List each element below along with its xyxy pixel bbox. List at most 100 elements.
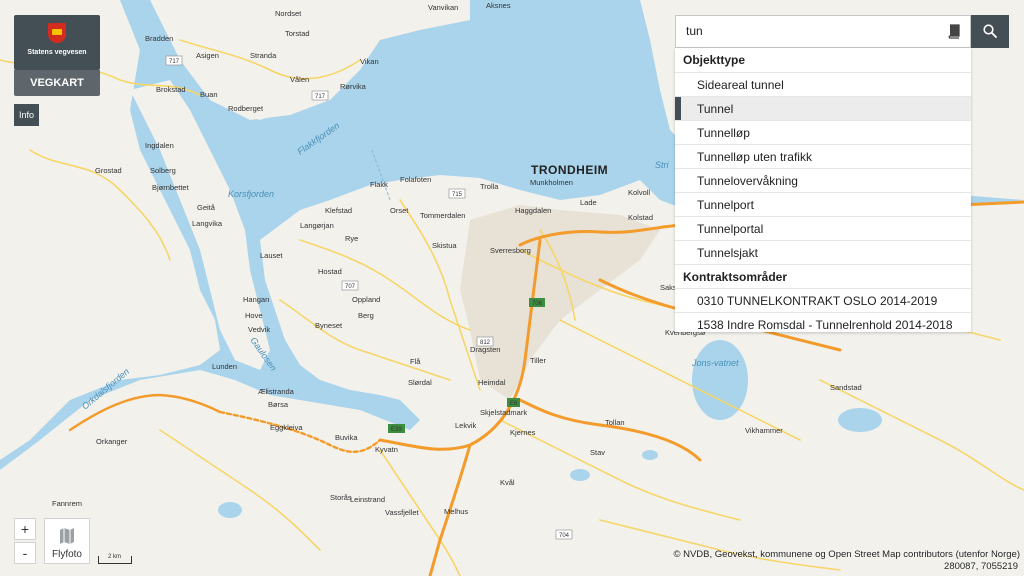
book-icon[interactable] [948,24,961,39]
place-label: Grostad [95,166,122,175]
place-label: Buan [200,90,218,99]
road-shield-label: 717 [315,94,326,100]
place-label: Haggdalen [515,206,551,215]
map-layers-icon [60,528,74,544]
water-label-korsfjorden: Korsfjorden [228,189,274,199]
place-label: Lauset [260,251,283,260]
place-label: Kvål [500,478,515,487]
search-suggestions: Objekttype Sideareal tunnel Tunnel Tunne… [675,48,971,332]
road-shield-label: E39 [391,427,402,433]
logo-text: Statens vegvesen [27,49,87,56]
suggestion-tunnellop-uten-trafikk[interactable]: Tunnelløp uten trafikk [675,144,971,168]
place-label: Skistua [432,241,457,250]
place-label: Leinstrand [350,495,385,504]
place-label: Tiller [530,356,546,365]
flyfoto-label: Flyfoto [51,549,82,560]
place-label: Hostad [318,267,342,276]
zoom-in-button[interactable]: + [14,518,36,540]
scale-label: 2 km [108,554,122,560]
suggestion-tunnelovervakning[interactable]: Tunnelovervåkning [675,168,971,192]
place-label: Solberg [150,166,176,175]
place-label: Vikhammer [745,426,783,435]
place-label: Flå [410,357,421,366]
place-label: Skjelstadmark [480,408,527,417]
place-label: Slørdal [408,378,432,387]
road-shield-label: 717 [169,59,180,65]
magnifier-icon [983,24,997,38]
place-label: Fannrem [52,499,82,508]
road-shield-label: 706 [532,301,543,307]
search-input[interactable] [686,24,926,38]
road-shield-label: 812 [480,340,491,346]
place-label: Kolstad [628,213,653,222]
place-label: Orkanger [96,437,128,446]
search-button[interactable] [971,15,1009,48]
place-label: Dragsten [470,345,500,354]
place-label: Hangan [243,295,269,304]
place-label: Trolla [480,182,499,191]
place-label: Rodberget [228,104,264,113]
place-label: Hove [245,311,263,320]
statens-vegvesen-logo[interactable]: Statens vegvesen [14,15,100,70]
road-shield-label: E6 [510,401,518,407]
place-label: Berg [358,311,374,320]
place-label: Vedvik [248,325,270,334]
place-label: Munkholmen [530,178,573,187]
place-label: Vanvikan [428,3,458,12]
place-label: Buvika [335,433,358,442]
place-label: Byneset [315,321,343,330]
crest-icon [48,23,66,43]
place-label: Flakk [370,180,388,189]
place-label: Vassfjellet [385,508,420,517]
place-label: Kolvoll [628,188,650,197]
place-label: Storås [330,493,352,502]
suggestion-tunnelport[interactable]: Tunnelport [675,192,971,216]
app-name-button[interactable]: VEGKART [14,70,100,96]
place-label: Sverresborg [490,246,531,255]
group-header-objekttype: Objekttype [675,48,971,72]
place-label: Vålen [290,75,309,84]
info-button[interactable]: Info [14,104,39,126]
place-label: Rørvika [340,82,367,91]
place-label: Heimdal [478,378,506,387]
road-shield-label: 704 [559,533,570,539]
flyfoto-button[interactable]: Flyfoto [44,518,90,564]
suggestion-tunnelportal[interactable]: Tunnelportal [675,216,971,240]
place-label: Asigen [196,51,219,60]
place-label: Oppland [352,295,380,304]
suggestion-contract-0310[interactable]: 0310 TUNNELKONTRAKT OSLO 2014-2019 [675,288,971,312]
road-shield-label: 715 [452,192,463,198]
place-label: Bradden [145,34,173,43]
place-label: Orset [390,206,409,215]
place-label: Lekvik [455,421,477,430]
city-label-trondheim: TRONDHEIM [531,163,608,177]
suggestion-tunnelsjakt[interactable]: Tunnelsjakt [675,240,971,264]
group-header-kontraktsomrader: Kontraktsområder [675,264,971,288]
suggestion-contract-1538[interactable]: 1538 Indre Romsdal - Tunnelrenhold 2014-… [675,312,971,332]
place-label: Ælistranda [258,387,295,396]
place-label: Torstad [285,29,310,38]
water-label-jonsvatnet: Jons-vatnet [691,358,739,368]
suggestion-tunnellop[interactable]: Tunnelløp [675,120,971,144]
suggestion-sideareal-tunnel[interactable]: Sideareal tunnel [675,72,971,96]
place-label: Børsa [268,400,289,409]
place-label: Lunden [212,362,237,371]
place-label: Brokstad [156,85,186,94]
place-label: Geitå [197,203,216,212]
place-label: Lade [580,198,597,207]
road-shield-label: 707 [345,284,356,290]
zoom-out-button[interactable]: - [14,542,36,564]
place-label: Eggkleiva [270,423,303,432]
place-label: Stranda [250,51,277,60]
map-coordinates: 280087, 7055219 [944,561,1018,572]
place-label: Kyvatn [375,445,398,454]
place-label: Vikan [360,57,379,66]
suggestion-tunnel[interactable]: Tunnel [675,96,971,120]
place-label: Tommerdalen [420,211,465,220]
place-label: Melhus [444,507,468,516]
place-label: Kjernes [510,428,536,437]
place-label: Langørjan [300,221,334,230]
place-label: Stav [590,448,605,457]
place-label: Klefstad [325,206,352,215]
place-label: Sandstad [830,383,862,392]
